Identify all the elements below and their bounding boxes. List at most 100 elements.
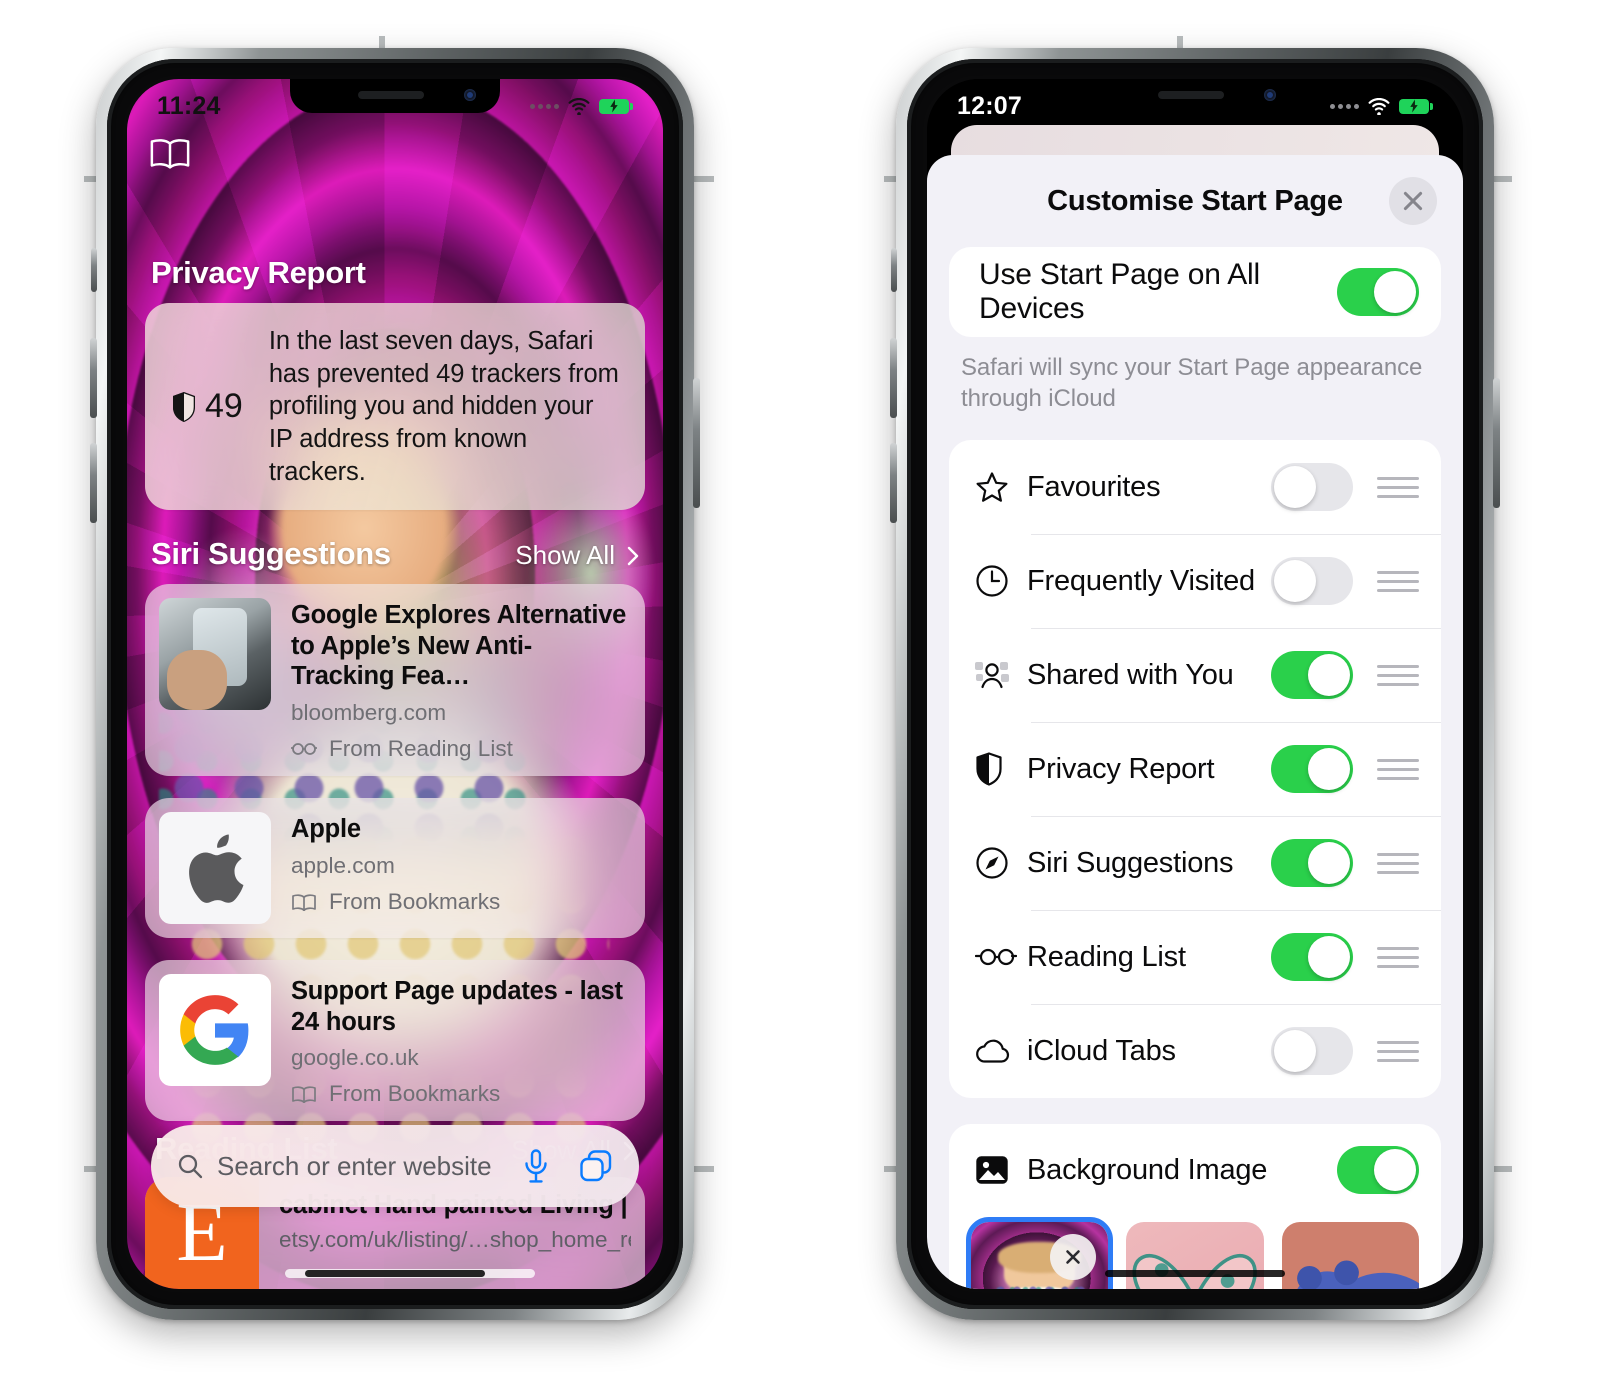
row-favourites[interactable]: Favourites bbox=[949, 440, 1441, 534]
screenshot-canvas: 11:24 Privacy Report 49 In the last seve… bbox=[0, 0, 1600, 1374]
shield-icon bbox=[173, 391, 195, 422]
home-indicator[interactable] bbox=[305, 1270, 485, 1277]
privacy-report-card[interactable]: 49 In the last seven days, Safari has pr… bbox=[145, 303, 645, 511]
row-frequently-visited[interactable]: Frequently Visited bbox=[949, 534, 1441, 628]
remove-custom-background-button[interactable] bbox=[1050, 1234, 1097, 1281]
glasses-icon bbox=[291, 743, 317, 755]
battery-charging-icon bbox=[599, 98, 633, 114]
tracker-count-group: 49 bbox=[171, 387, 243, 426]
shield-icon bbox=[975, 752, 1027, 787]
silent-switch[interactable] bbox=[91, 248, 97, 292]
row-toggle[interactable] bbox=[1271, 651, 1353, 700]
volume-up-button[interactable] bbox=[90, 338, 97, 418]
earpiece-speaker bbox=[358, 91, 425, 99]
wifi-icon bbox=[1368, 97, 1390, 115]
left-phone-device: 11:24 Privacy Report 49 In the last seve… bbox=[90, 48, 700, 1320]
background-image-row[interactable]: Background Image bbox=[949, 1124, 1441, 1216]
suggestion-card[interactable]: Apple apple.com From Bookmarks bbox=[145, 797, 645, 938]
background-image-toggle[interactable] bbox=[1337, 1146, 1419, 1195]
drag-handle-icon[interactable] bbox=[1377, 758, 1419, 780]
front-camera bbox=[464, 89, 476, 101]
tracker-count: 49 bbox=[205, 387, 243, 426]
front-camera bbox=[1264, 89, 1276, 101]
privacy-report-title: Privacy Report bbox=[151, 255, 366, 290]
suggestion-title: Support Page updates - last 24 hours bbox=[291, 976, 623, 1036]
siri-suggestions-header: Siri Suggestions Show All bbox=[141, 536, 649, 572]
background-image-group: Background Image bbox=[949, 1124, 1441, 1289]
suggestion-card[interactable]: Google Explores Alternative to Apple’s N… bbox=[145, 584, 645, 776]
row-label: Shared with You bbox=[1027, 658, 1234, 691]
google-logo-icon bbox=[180, 995, 249, 1065]
suggestion-body: Google Explores Alternative to Apple’s N… bbox=[291, 598, 631, 762]
suggestion-title: Google Explores Alternative to Apple’s N… bbox=[291, 601, 627, 691]
sync-group: Use Start Page on All Devices bbox=[949, 247, 1441, 337]
row-siri-suggestions[interactable]: Siri Suggestions bbox=[949, 816, 1441, 910]
chevron-right-icon bbox=[627, 546, 639, 565]
toggle-knob bbox=[1308, 654, 1350, 697]
close-icon bbox=[1066, 1250, 1081, 1265]
status-time: 11:24 bbox=[157, 91, 221, 120]
cellular-signal-icon bbox=[530, 103, 559, 109]
drag-handle-icon[interactable] bbox=[1377, 664, 1419, 686]
news-photo-thumbnail bbox=[159, 598, 271, 711]
row-privacy-report[interactable]: Privacy Report bbox=[949, 722, 1441, 816]
search-placeholder: Search or enter website bbox=[217, 1150, 492, 1181]
drag-handle-icon[interactable] bbox=[1377, 946, 1419, 968]
drag-handle-icon[interactable] bbox=[1377, 1040, 1419, 1062]
thumbnail-bear-orange[interactable] bbox=[1281, 1222, 1419, 1289]
registration-tick bbox=[692, 1166, 714, 1172]
background-thumbnail-grid bbox=[949, 1216, 1441, 1289]
volume-up-button[interactable] bbox=[890, 338, 897, 418]
earpiece-speaker bbox=[1158, 91, 1225, 99]
row-toggle[interactable] bbox=[1271, 1027, 1353, 1076]
tabs-icon[interactable] bbox=[579, 1149, 613, 1183]
thumbnail-custom-photo-toddler[interactable] bbox=[965, 1217, 1114, 1289]
apple-logo-icon bbox=[189, 834, 244, 903]
book-icon[interactable] bbox=[149, 137, 191, 171]
power-button[interactable] bbox=[1493, 378, 1500, 508]
status-indicators bbox=[530, 97, 633, 115]
privacy-report-body: In the last seven days, Safari has preve… bbox=[268, 327, 619, 486]
right-phone-bezel: 12:07 Customise Start Page Use Start Pag… bbox=[907, 59, 1483, 1309]
sync-toggle[interactable] bbox=[1337, 268, 1419, 316]
address-bar-container: Search or enter website bbox=[151, 1125, 639, 1207]
sync-hint: Safari will sync your Start Page appeara… bbox=[961, 354, 1423, 412]
thumbnail-butterfly-pink[interactable] bbox=[1126, 1222, 1264, 1289]
row-shared-with-you[interactable]: Shared with You bbox=[949, 628, 1441, 722]
drag-handle-icon[interactable] bbox=[1377, 852, 1419, 874]
row-icloud-tabs[interactable]: iCloud Tabs bbox=[949, 1004, 1441, 1098]
sections-group: Favourites Frequently Visited Shared wit… bbox=[949, 440, 1441, 1099]
row-reading-list[interactable]: Reading List bbox=[949, 910, 1441, 1004]
row-toggle[interactable] bbox=[1271, 745, 1353, 794]
use-start-page-on-all-devices-row[interactable]: Use Start Page on All Devices bbox=[949, 247, 1441, 337]
siri-show-all-label: Show All bbox=[515, 540, 615, 571]
siri-show-all-button[interactable]: Show All bbox=[515, 540, 639, 571]
row-toggle[interactable] bbox=[1271, 557, 1353, 606]
volume-down-button[interactable] bbox=[90, 443, 97, 523]
silent-switch[interactable] bbox=[891, 248, 897, 292]
row-toggle[interactable] bbox=[1271, 839, 1353, 888]
row-label: Favourites bbox=[1027, 470, 1161, 503]
customise-start-page-sheet: Customise Start Page Use Start Page on A… bbox=[927, 155, 1463, 1289]
power-button[interactable] bbox=[693, 378, 700, 508]
row-toggle[interactable] bbox=[1271, 463, 1353, 512]
suggestion-card[interactable]: Support Page updates - last 24 hours goo… bbox=[145, 959, 645, 1122]
home-indicator[interactable] bbox=[1105, 1270, 1285, 1277]
left-phone-screen: 11:24 Privacy Report 49 In the last seve… bbox=[127, 79, 663, 1289]
drag-handle-icon[interactable] bbox=[1377, 476, 1419, 498]
toggle-knob bbox=[1308, 748, 1350, 791]
toggle-knob bbox=[1274, 560, 1316, 603]
volume-down-button[interactable] bbox=[890, 443, 897, 523]
book-icon bbox=[292, 1086, 316, 1104]
drag-handle-icon[interactable] bbox=[1377, 570, 1419, 592]
row-label: Privacy Report bbox=[1027, 752, 1215, 785]
sync-label: Use Start Page on All Devices bbox=[979, 258, 1260, 325]
row-toggle[interactable] bbox=[1271, 933, 1353, 982]
toggle-knob bbox=[1374, 1149, 1416, 1192]
row-label: Siri Suggestions bbox=[1027, 846, 1234, 879]
suggestion-source: From Bookmarks bbox=[291, 1081, 631, 1107]
toggle-knob bbox=[1308, 936, 1350, 979]
search-input[interactable]: Search or enter website bbox=[151, 1125, 639, 1207]
microphone-icon[interactable] bbox=[523, 1149, 549, 1183]
close-sheet-button[interactable] bbox=[1389, 177, 1437, 225]
